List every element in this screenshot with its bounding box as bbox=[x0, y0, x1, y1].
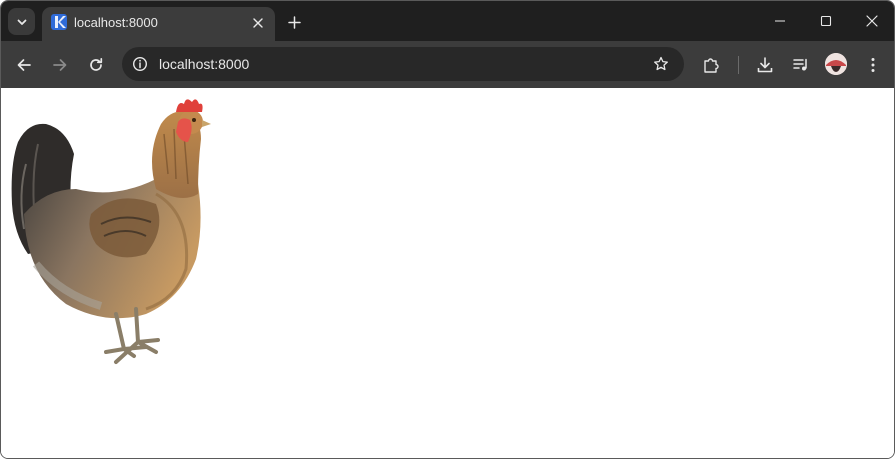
maximize-icon bbox=[820, 15, 832, 27]
forward-button[interactable] bbox=[47, 52, 73, 78]
toolbar-divider bbox=[738, 56, 739, 74]
extensions-button[interactable] bbox=[698, 52, 724, 78]
media-controls-button[interactable] bbox=[788, 52, 814, 78]
address-bar[interactable]: localhost:8000 bbox=[122, 47, 684, 81]
menu-button[interactable] bbox=[860, 52, 886, 78]
avatar[interactable] bbox=[825, 53, 847, 75]
new-tab-button[interactable] bbox=[282, 10, 306, 34]
arrow-right-icon bbox=[53, 59, 67, 71]
site-info-button[interactable] bbox=[131, 55, 149, 73]
reload-icon bbox=[90, 57, 103, 71]
arrow-left-icon bbox=[17, 59, 31, 71]
url-text[interactable]: localhost:8000 bbox=[159, 56, 249, 72]
favicon-icon bbox=[51, 14, 67, 30]
reload-button[interactable] bbox=[83, 52, 109, 78]
chevron-down-icon bbox=[17, 19, 26, 25]
browser-toolbar: localhost:8000 bbox=[1, 41, 894, 88]
minimize-icon bbox=[775, 20, 785, 22]
puzzle-icon bbox=[704, 58, 719, 73]
info-icon bbox=[132, 56, 148, 72]
tab-title: localhost:8000 bbox=[74, 15, 158, 30]
plus-icon bbox=[287, 15, 301, 29]
back-button[interactable] bbox=[11, 52, 37, 78]
star-icon bbox=[654, 56, 668, 71]
close-icon bbox=[253, 18, 263, 28]
downloads-button[interactable] bbox=[752, 52, 778, 78]
tab-strip: localhost:8000 bbox=[1, 1, 894, 41]
page-content bbox=[1, 88, 894, 458]
close-icon bbox=[866, 15, 878, 27]
browser-window: localhost:8000 localhost:8000 bbox=[0, 0, 895, 459]
tab-close-button[interactable] bbox=[248, 13, 268, 33]
media-queue-icon bbox=[793, 58, 807, 71]
minimize-button[interactable] bbox=[757, 1, 803, 41]
maximize-button[interactable] bbox=[803, 1, 849, 41]
rooster-image bbox=[11, 99, 211, 364]
tab-search-button[interactable] bbox=[8, 8, 35, 35]
bookmark-button[interactable] bbox=[652, 55, 670, 73]
tab-active[interactable]: localhost:8000 bbox=[42, 7, 275, 41]
close-window-button[interactable] bbox=[849, 1, 894, 41]
download-icon bbox=[757, 57, 773, 73]
kebab-menu-icon bbox=[871, 58, 875, 72]
